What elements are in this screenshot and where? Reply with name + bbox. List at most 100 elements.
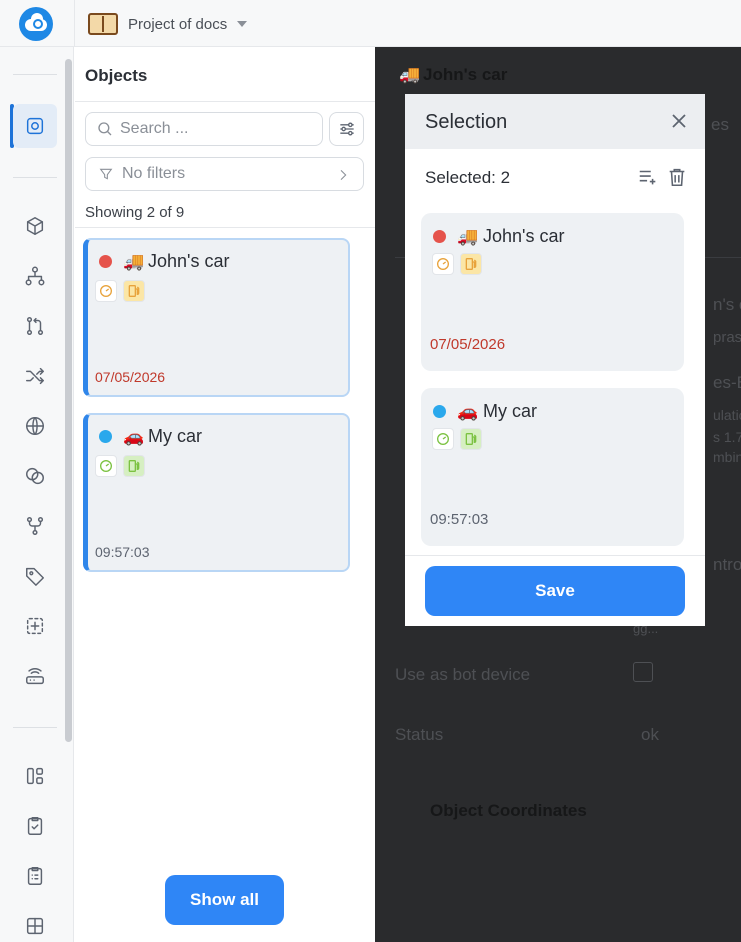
topbar-divider [74,0,75,47]
bg-fragment: mbin [713,449,741,465]
panel-title: Objects [85,66,148,85]
rail-item-grid[interactable] [13,904,57,942]
selected-count: Selected: 2 [425,168,511,187]
modal-divider [405,555,705,556]
chevron-right-icon [340,169,347,181]
rail-item-tag[interactable] [13,554,57,598]
bg-use-as-bot-label: Use as bot device [395,665,531,684]
bg-fragment: es-B [713,373,741,392]
bg-header-emoji: 🚚 [399,65,421,84]
delete-button[interactable] [664,164,690,190]
search-input[interactable] [120,120,310,138]
object-card[interactable]: 🚚 John's car 07/05/2026 [83,238,350,397]
sliders-icon [339,122,354,136]
close-icon [672,114,686,128]
panel-divider [75,101,375,102]
git-fork-icon [26,517,44,535]
save-button[interactable]: Save [425,566,685,616]
filter-settings-button[interactable] [329,112,364,146]
tag-icon [26,567,44,586]
bg-fragment: ulation [713,407,741,423]
rail-item-shuffle[interactable] [13,354,57,398]
logo-dot [33,19,43,29]
fuel-icon [460,428,482,450]
modal-title: Selection [425,111,508,133]
fuel-icon [123,280,145,302]
top-bar: Project of docs [0,0,741,47]
objects-panel: Objects No filters Showing 2 of 9 🚚 John… [75,47,375,942]
object-name: John's car [483,226,565,246]
git-pull-request-icon [26,317,44,335]
filters-dropdown[interactable]: No filters [85,157,364,191]
dashed-plus-square-icon [26,617,44,635]
rail-item-globe[interactable] [13,404,57,448]
bg-fragment: s 1.7 [713,429,741,445]
bg-fragment: ntro [713,555,741,574]
chevron-down-icon [237,21,248,27]
rail-scrollbar[interactable] [65,59,72,742]
rail-item-pull-request[interactable] [13,304,57,348]
fuel-icon [123,455,145,477]
status-dot [99,430,112,443]
selection-modal: Selection Selected: 2 🚚 John's car 07/05… [405,94,705,626]
cube-icon [26,217,44,235]
rail-item-objects[interactable] [13,104,57,148]
clipboard-list-icon [27,867,43,885]
status-dot [99,255,112,268]
car-icon: 🚗 [123,427,145,446]
rail-item-layout[interactable] [13,754,57,798]
last-update-time: 07/05/2026 [430,336,506,353]
left-rail [0,47,74,942]
book-icon [88,13,118,35]
object-name: My car [483,401,537,421]
speedometer-icon [432,253,454,275]
truck-icon: 🚚 [123,252,145,271]
search-box[interactable] [85,112,323,146]
panel-divider [75,227,375,228]
project-title: Project of docs [128,15,228,33]
bg-status-label: Status [395,725,444,744]
bg-checkbox [633,662,653,682]
objects-icon [26,117,44,135]
rail-item-fork[interactable] [13,504,57,548]
project-selector[interactable]: Project of docs [88,11,248,37]
rail-divider [13,74,57,75]
last-update-time: 07/05/2026 [95,369,166,385]
trash-icon [669,168,685,187]
bg-fragment: pras [713,329,741,346]
search-icon [98,122,112,136]
shuffle-icon [26,367,44,385]
bg-fragment: n's ca [713,295,741,314]
last-update-time: 09:57:03 [95,544,150,560]
status-dot [433,230,446,243]
close-button[interactable] [667,109,691,133]
add-to-list-button[interactable] [635,164,661,190]
rail-item-clipboard-check[interactable] [13,804,57,848]
bg-coordinates-title: Object Coordinates [430,801,587,820]
funnel-icon [99,168,113,180]
router-icon [26,668,44,685]
filters-label: No filters [122,165,186,182]
grid-icon [26,917,44,935]
object-card[interactable]: 🚗 My car 09:57:03 [83,413,350,572]
rail-item-hierarchy[interactable] [13,254,57,298]
bg-status-value: ok [641,725,659,744]
hierarchy-icon [25,266,45,286]
truck-icon: 🚚 [457,227,479,246]
rail-item-cube[interactable] [13,204,57,248]
show-all-button[interactable]: Show all [165,875,284,925]
speedometer-icon [95,455,117,477]
object-name: My car [148,426,202,446]
rail-item-clipboard-list[interactable] [13,854,57,898]
bg-header-title: John's car [423,65,508,84]
object-name: John's car [148,251,230,271]
rail-item-dashed-add[interactable] [13,604,57,648]
rail-item-router[interactable] [13,654,57,698]
showing-count: Showing 2 of 9 [85,204,185,221]
speedometer-icon [432,428,454,450]
bg-fragment: es [711,115,729,134]
selected-object-card[interactable]: 🚗 My car 09:57:03 [421,388,684,546]
selected-object-card[interactable]: 🚚 John's car 07/05/2026 [421,213,684,371]
rail-item-overlap[interactable] [13,454,57,498]
layout-icon [26,767,44,785]
